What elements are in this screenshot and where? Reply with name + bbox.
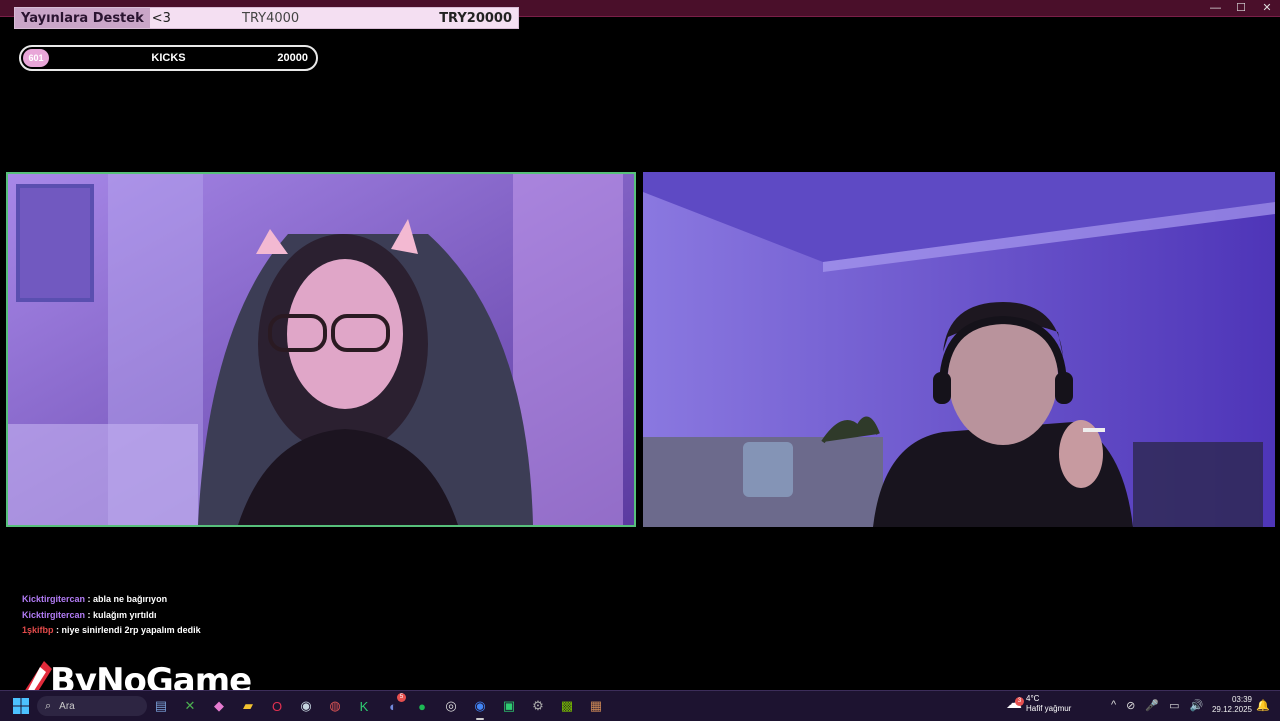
app-icon[interactable]: ▣ [498, 695, 520, 717]
file-explorer-icon[interactable]: ▰ [237, 695, 259, 717]
clock-date: 29.12.2025 [1211, 705, 1252, 714]
windows-start-icon[interactable] [13, 698, 29, 714]
taskbar-pinned-apps: ▤ ✕ ◆ ▰ O ◉ ◍ K ◐ 5 ● ◎ ◉ ▣ ⚙ ▩ ▦ [150, 693, 607, 720]
weather-badge: 3 [1015, 697, 1024, 706]
tray-overflow-icon[interactable]: ^ [1111, 699, 1116, 712]
obs-icon[interactable]: ◎ [440, 695, 462, 717]
kicks-label: KICKS [151, 52, 186, 64]
spotify-icon[interactable]: ● [411, 695, 433, 717]
donation-heart: <3 [151, 10, 171, 26]
weather-desc: Hafif yağmur [1026, 704, 1072, 713]
chat-message: : kulağım yırtıldı [87, 609, 157, 620]
right-webcam [643, 172, 1275, 527]
minimize-button[interactable]: — [1210, 1, 1221, 15]
donation-current: TRY4000 [242, 10, 300, 26]
maximize-button[interactable]: ☐ [1236, 1, 1246, 15]
chat-username: 1şkifbp [22, 625, 54, 635]
chat-line: Kicktirgitercan : kulağım yırtıldı [22, 608, 201, 624]
weather-icon: ☁ 3 [1006, 695, 1024, 712]
donation-goal-bar: Yayınlara Destek <3 TRY4000 TRY20000 [14, 7, 519, 29]
chat-message: : abla ne bağırıyon [87, 594, 168, 604]
microphone-icon[interactable]: 🎤 [1145, 699, 1159, 712]
tray-eye-off-icon[interactable]: ⊘ [1126, 699, 1135, 712]
network-icon[interactable]: ▭ [1169, 699, 1179, 712]
discord-icon[interactable]: ◐ 5 [382, 693, 406, 717]
weather-temp: 4°C [1026, 694, 1040, 703]
chat-overlay: Kicktirgitercan : abla ne bağırıyon Kick… [22, 592, 201, 639]
windows-taskbar: ⌕ Ara ▤ ✕ ◆ ▰ O ◉ ◍ K ◐ 5 ● ◎ ◉ ▣ ⚙ ▩ ▦ ☁ 3 4°C Hafif yağ… [0, 690, 1280, 721]
clock-time: 03:39 [1231, 695, 1252, 704]
system-tray: ^ ⊘ 🎤 ▭ 🔊 [1111, 699, 1203, 712]
xbox-icon[interactable]: ✕ [179, 695, 201, 717]
search-icon: ⌕ [45, 699, 52, 712]
settings-icon[interactable]: ⚙ [527, 695, 549, 717]
right-webcam-scene [643, 172, 1275, 527]
chrome-icon[interactable]: ◉ [469, 695, 491, 720]
app-badge: 5 [397, 693, 406, 702]
widgets-icon[interactable]: ▤ [150, 695, 172, 717]
chat-username: Kicktirgitercan [22, 609, 86, 620]
weather-widget[interactable]: ☁ 3 4°C Hafif yağmur [1006, 694, 1071, 714]
taskbar-search[interactable]: ⌕ Ara [37, 696, 147, 716]
opera-icon[interactable]: O [266, 695, 288, 717]
steam-icon[interactable]: ◉ [295, 695, 317, 717]
donation-label: Yayınlara Destek [15, 8, 150, 28]
window-controls: — ☐ ✕ [1210, 1, 1272, 15]
copilot-icon[interactable]: ◆ [208, 695, 230, 717]
notification-bell-icon[interactable]: 🔔 [1256, 699, 1270, 712]
volume-icon[interactable]: 🔊 [1190, 699, 1204, 712]
winrar-icon[interactable]: ▦ [585, 695, 607, 717]
left-webcam [6, 172, 636, 527]
kick-icon[interactable]: K [353, 695, 375, 717]
search-placeholder: Ara [59, 700, 75, 712]
left-webcam-scene [8, 174, 634, 525]
davinci-icon[interactable]: ◍ [324, 695, 346, 717]
chat-message: : niye sinirlendi 2rp yapalım dedik [56, 625, 201, 635]
kicks-total: 20000 [277, 52, 308, 64]
taskbar-clock[interactable]: 03:39 29.12.2025 [1212, 695, 1252, 715]
chat-line: Kicktirgitercan : abla ne bağırıyon [22, 592, 201, 608]
nvidia-icon[interactable]: ▩ [556, 695, 578, 717]
chat-username: Kicktirgitercan [22, 594, 86, 604]
chat-line: 1şkifbp : niye sinirlendi 2rp yapalım de… [22, 623, 201, 639]
donation-goal: TRY20000 [439, 10, 512, 26]
close-button[interactable]: ✕ [1262, 1, 1272, 15]
kicks-goal-bar: 601 KICKS 20000 [19, 45, 318, 71]
